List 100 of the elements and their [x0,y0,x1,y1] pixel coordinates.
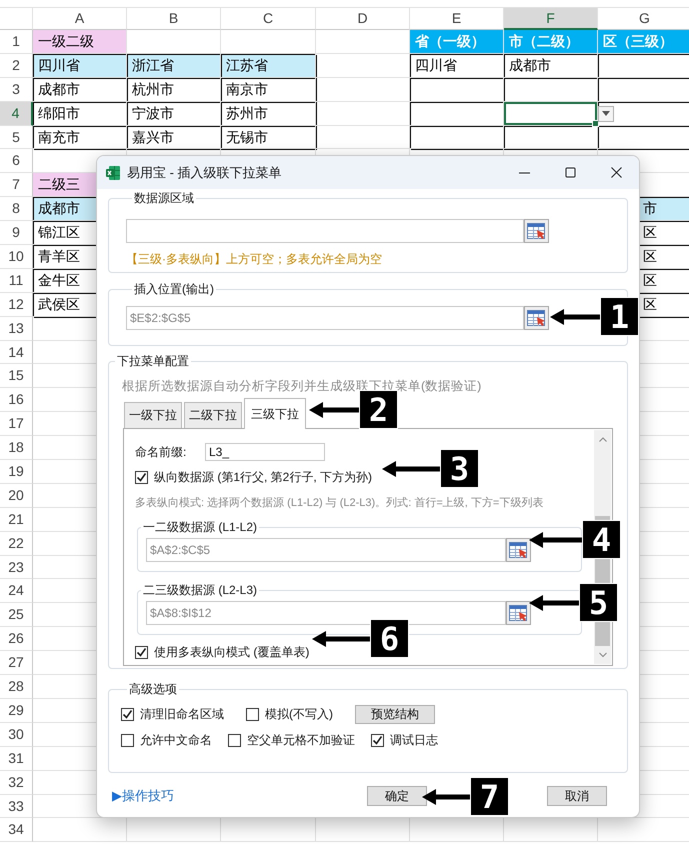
row-number[interactable]: 9 [0,221,33,246]
step-number: 4 [582,520,621,559]
close-icon [610,167,622,178]
tab[interactable]: 三级下拉 [244,398,306,429]
checkbox[interactable] [228,734,241,747]
pointer-arrow [529,532,582,548]
row-number[interactable]: 30 [0,722,33,747]
row-number[interactable]: 21 [0,508,33,532]
row-number[interactable]: 28 [0,675,33,699]
step-number: 6 [370,619,409,658]
row-number[interactable]: 6 [0,149,33,174]
input-field[interactable]: $A$2:$C$5 [146,538,506,562]
row-number[interactable]: 10 [0,245,33,269]
table-cell: 南充市 [33,126,127,150]
cancel-button[interactable]: 取消 [547,786,607,806]
group-label: 高级选项 [128,682,178,696]
table-cell: 一级二级 [33,30,127,54]
table-cell: 成都市 [504,54,598,78]
tips-link[interactable]: ▶操作技巧 [112,787,174,805]
spreadsheet-icon [105,164,121,180]
input-field[interactable]: $A$8:$I$12 [146,601,506,625]
column-header[interactable]: C [221,8,316,30]
checkbox[interactable] [371,734,384,747]
row-number[interactable]: 29 [0,698,33,723]
row-number[interactable]: 26 [0,627,33,652]
checkbox-label: 模拟(不写入) [265,706,333,723]
row-number[interactable]: 15 [0,364,33,388]
fill-handle[interactable] [592,120,599,127]
row-number[interactable]: 16 [0,388,33,412]
table-cell: 四川省 [33,54,127,78]
row-number[interactable]: 11 [0,268,33,293]
range-picker-button[interactable] [524,219,549,243]
pointer-arrow [422,788,470,804]
row-number[interactable]: 5 [0,126,33,150]
input-field[interactable]: $E$2:$G$5 [126,306,524,330]
row-number[interactable]: 4 [0,102,33,126]
row-number[interactable]: 19 [0,460,33,484]
tab[interactable]: 一级下拉 [124,402,182,428]
tab[interactable]: 二级下拉 [184,402,242,428]
table-cell: 省（一级） [410,30,504,54]
step-number: 5 [579,583,618,622]
row-number[interactable]: 12 [0,292,33,317]
table-cell: 宁波市 [127,102,221,126]
group-label: 一二级数据源 (L1-L2) [142,520,258,534]
table-cell: 浙江省 [127,54,221,78]
row-number[interactable]: 27 [0,651,33,676]
range-picker-button[interactable] [524,306,549,330]
table-cell: 区（三级） [598,30,689,54]
checkbox-label: 调试日志 [390,732,438,749]
range-picker-button[interactable] [506,601,531,625]
range-picker-button[interactable] [506,538,531,562]
note-text: 多表纵向模式: 选择两个数据源 (L1-L2) 与 (L2-L3)。列式: 首行=上级, 下方=下级列表 [135,496,544,510]
checkbox-label: 允许中文命名 [140,732,212,749]
input-field[interactable] [126,219,524,243]
table-cell: 无锡市 [221,126,316,150]
checkbox[interactable] [135,471,148,484]
row-number[interactable]: 20 [0,484,33,508]
dropdown-button[interactable] [598,106,614,122]
table-cell: 成都市 [33,78,127,102]
checkbox[interactable] [135,646,148,659]
input-field[interactable]: L3_ [205,443,325,461]
group-label: 下拉菜单配置 [116,354,190,368]
row-number[interactable]: 18 [0,436,33,460]
pointer-arrow [382,460,440,476]
row-number[interactable]: 34 [0,818,33,842]
row-number[interactable]: 23 [0,556,33,580]
pointer-arrow [309,402,359,418]
row-number[interactable]: 32 [0,770,33,794]
pointer-arrow [529,594,579,610]
row-number[interactable]: 31 [0,746,33,771]
preview-button[interactable]: 预览结构 [355,705,435,724]
step-number: 3 [440,449,479,488]
checkbox[interactable] [121,708,134,721]
row-number[interactable]: 13 [0,316,33,341]
group-label: 二三级数据源 (L2-L3) [142,583,258,597]
table-cell: 杭州市 [127,78,221,102]
row-number[interactable]: 33 [0,794,33,818]
checkbox[interactable] [121,734,134,747]
column-header[interactable]: D [316,8,410,30]
row-number[interactable]: 25 [0,603,33,628]
row-number[interactable]: 22 [0,532,33,556]
minimize-icon [518,172,530,174]
row-number[interactable]: 14 [0,340,33,364]
table-cell: 四川省 [410,54,504,78]
ok-button[interactable]: 确定 [367,786,427,806]
table-cell: 嘉兴市 [127,126,221,150]
table-cell: 南京市 [221,78,316,102]
row-number[interactable]: 17 [0,412,33,436]
hint-text: 【三级·多表纵向】上方可空；多表允许全局为空 [126,251,383,268]
caret-icon [602,111,610,116]
group-label: 数据源区域 [133,191,195,205]
pointer-arrow [312,630,370,646]
column-header[interactable]: B [127,8,221,30]
checkbox-label: 清理旧命名区域 [140,706,224,723]
field-label: 命名前缀: [135,444,188,460]
step-number: 2 [359,390,398,429]
step-number: 7 [470,777,509,816]
checkbox[interactable] [246,708,259,721]
row-number[interactable]: 24 [0,579,33,604]
group-label: 插入位置(输出) [133,282,215,296]
